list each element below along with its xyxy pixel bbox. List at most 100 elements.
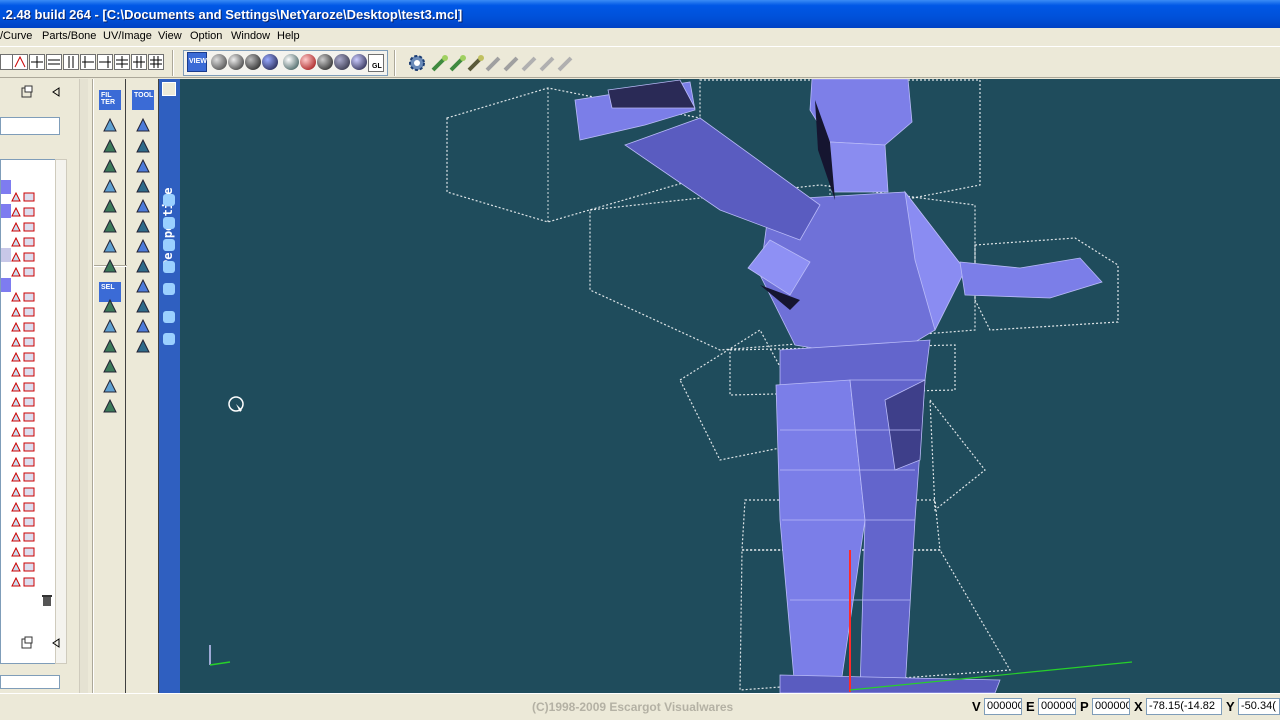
object-list-row[interactable] [10, 381, 40, 393]
view-option-button-3[interactable] [163, 239, 175, 251]
filter-tool-9[interactable] [101, 297, 119, 315]
bone-icon[interactable] [539, 54, 557, 72]
object-list-row[interactable] [10, 266, 40, 278]
bone-icon[interactable] [521, 54, 539, 72]
edit-tool-7[interactable] [134, 237, 152, 255]
object-list-row[interactable] [10, 456, 40, 468]
layout-button-4[interactable] [46, 54, 62, 70]
filter-tool-12[interactable] [101, 357, 119, 375]
edit-tool-3[interactable] [134, 157, 152, 175]
filter-tool-4[interactable] [101, 177, 119, 195]
pin-icon[interactable] [20, 85, 34, 99]
object-list-row[interactable] [10, 441, 40, 453]
filter-tool-2[interactable] [101, 137, 119, 155]
filter-tool-1[interactable] [101, 116, 119, 134]
filter-tool-6[interactable] [101, 217, 119, 235]
object-list-row[interactable] [10, 426, 40, 438]
object-list-row[interactable] [10, 251, 40, 263]
tool-header-button[interactable]: TOOL [132, 90, 154, 110]
object-list-scrollbar[interactable] [55, 159, 67, 664]
view-option-button-1[interactable] [163, 194, 175, 206]
bone-icon[interactable] [557, 54, 575, 72]
bottom-field[interactable] [0, 675, 60, 689]
layout-button-6[interactable] [80, 54, 96, 70]
filter-tool-5[interactable] [101, 197, 119, 215]
edit-tool-4[interactable] [134, 177, 152, 195]
edit-tool-11[interactable] [134, 317, 152, 335]
object-list-row[interactable] [10, 471, 40, 483]
edit-tool-8[interactable] [134, 257, 152, 275]
layout-button-3[interactable] [29, 54, 45, 70]
menu-view[interactable]: View [158, 30, 182, 42]
layout-button-2[interactable] [12, 54, 28, 70]
object-list-row[interactable] [10, 531, 40, 543]
edit-tool-1[interactable] [134, 116, 152, 134]
grid-sphere-button[interactable] [228, 54, 244, 70]
gear-icon[interactable] [407, 53, 427, 73]
filter-tool-8[interactable] [101, 257, 119, 275]
object-list-row[interactable] [10, 411, 40, 423]
filter-tool-3[interactable] [101, 157, 119, 175]
object-list-row[interactable] [10, 206, 40, 218]
menu-option[interactable]: Option [190, 30, 222, 42]
filter-tool-7[interactable] [101, 237, 119, 255]
menu-uv-image[interactable]: UV/Image [103, 30, 152, 42]
blue-sphere-button[interactable] [334, 54, 350, 70]
smooth-sphere-button[interactable] [262, 54, 278, 70]
filter-tool-10[interactable] [101, 317, 119, 335]
view-option-button-4[interactable] [163, 261, 175, 273]
layout-button-5[interactable] [63, 54, 79, 70]
bone-icon[interactable] [449, 54, 467, 72]
bone-icon[interactable] [485, 54, 503, 72]
arrow-left-icon[interactable] [52, 638, 60, 648]
shaded-sphere-button[interactable] [351, 54, 367, 70]
object-name-field[interactable] [0, 117, 60, 135]
object-list-row[interactable] [10, 351, 40, 363]
object-list-row[interactable] [10, 366, 40, 378]
layout-button-7[interactable] [97, 54, 113, 70]
wire-sphere-button[interactable] [211, 54, 227, 70]
edit-tool-5[interactable] [134, 197, 152, 215]
pin-icon[interactable] [20, 636, 34, 650]
menu-help[interactable]: Help [277, 30, 300, 42]
layout-button-8[interactable] [114, 54, 130, 70]
3d-viewport[interactable] [180, 79, 1280, 693]
view-menu-button[interactable] [162, 82, 176, 96]
view-option-button-2[interactable] [163, 217, 175, 229]
filter-tool-14[interactable] [101, 397, 119, 415]
bone-icon[interactable] [467, 54, 485, 72]
view-button[interactable]: VIEW [187, 52, 207, 72]
object-list-row[interactable] [10, 501, 40, 513]
object-list-row[interactable] [10, 561, 40, 573]
layout-button-9[interactable] [131, 54, 147, 70]
object-list-row[interactable] [10, 336, 40, 348]
arrow-left-icon[interactable] [52, 87, 60, 97]
trash-icon[interactable] [41, 593, 53, 607]
half-sphere-button[interactable] [283, 54, 299, 70]
bone-icon[interactable] [503, 54, 521, 72]
layout-button-10[interactable] [148, 54, 164, 70]
panel-splitter[interactable] [79, 79, 88, 693]
view-option-button-5[interactable] [163, 283, 175, 295]
edit-tool-10[interactable] [134, 297, 152, 315]
object-list-row[interactable] [10, 546, 40, 558]
object-list-row[interactable] [10, 576, 40, 588]
edit-tool-2[interactable] [134, 137, 152, 155]
filter-header-button[interactable]: FIL TER [99, 90, 121, 110]
bone-icon[interactable] [431, 54, 449, 72]
object-list-row[interactable] [10, 306, 40, 318]
view-option-button-6[interactable] [163, 311, 175, 323]
red-sphere-button[interactable] [300, 54, 316, 70]
gl-button[interactable]: GL [368, 54, 384, 72]
object-list-row[interactable] [10, 291, 40, 303]
menu-window[interactable]: Window [231, 30, 270, 42]
edit-tool-9[interactable] [134, 277, 152, 295]
object-list-row[interactable] [10, 321, 40, 333]
dark-sphere-button[interactable] [317, 54, 333, 70]
object-list-row[interactable] [10, 486, 40, 498]
filter-tool-13[interactable] [101, 377, 119, 395]
object-list-row[interactable] [10, 396, 40, 408]
edit-tool-12[interactable] [134, 337, 152, 355]
object-list-row[interactable] [10, 516, 40, 528]
menu-parts-bone[interactable]: Parts/Bone [42, 30, 96, 42]
